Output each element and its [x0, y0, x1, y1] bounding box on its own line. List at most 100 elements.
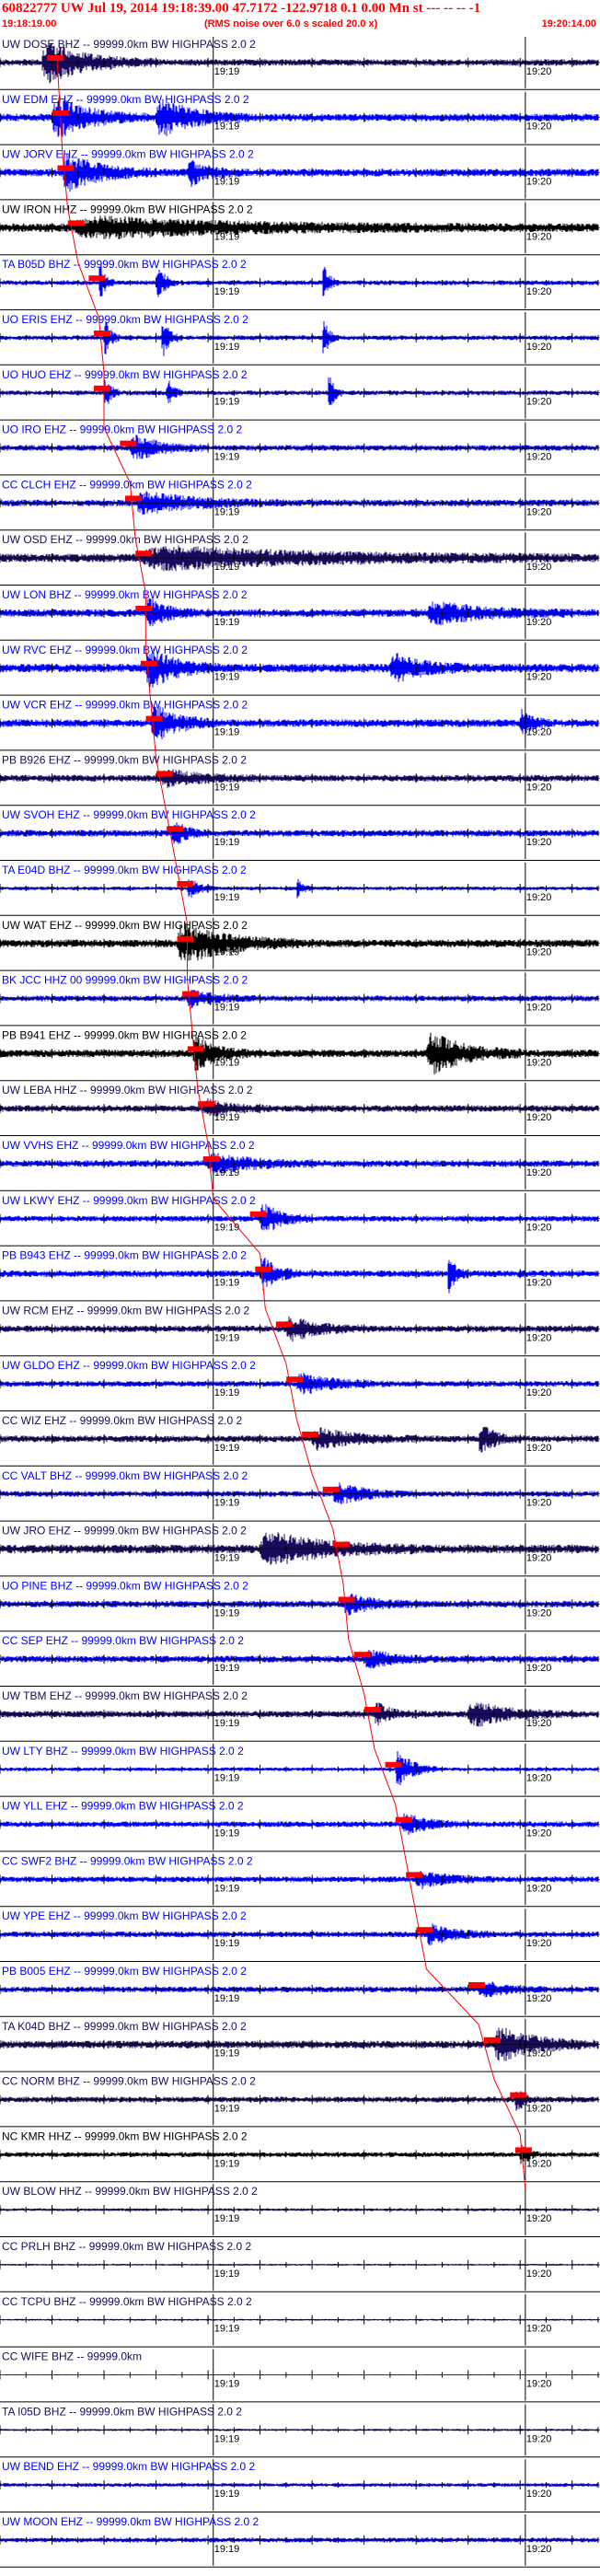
- trace-row: 19:19 19:20 UW YPE EHZ -- 99999.0km BW HIG…: [0, 1909, 600, 1962]
- pick-marker: [187, 1046, 204, 1052]
- tick-label: 19:19: [214, 452, 240, 463]
- trace-row: 19:19 19:20 TA E04D BHZ -- 99999.0km BW HI…: [0, 863, 600, 916]
- trace-row: 19:19 19:20 UW LKWY EHZ -- 99999.0km BW HI…: [0, 1192, 600, 1247]
- tick-label: 19:20: [526, 397, 552, 408]
- pick-marker: [483, 2036, 501, 2043]
- tick-label: 19:19: [214, 2048, 240, 2060]
- trace-row: 19:19 19:20 UO HUO EHZ -- 99999.0km BW HIG…: [0, 366, 600, 421]
- trace-row: 19:19 19:20 CC SWF2 BHZ -- 99999.0km BW HI…: [0, 1853, 600, 1908]
- pick-marker: [302, 1432, 319, 1437]
- station-label: UW TBM EHZ -- 99999.0km BW HIGHPASS 2.0 …: [2, 1689, 248, 1702]
- trace-row: 19:19 19:20 PB B005 EHZ -- 99999.0km BW HI…: [0, 1964, 600, 2017]
- pick-marker: [275, 1321, 293, 1328]
- waveform: [0, 1203, 599, 1231]
- station-label: NC KMR HHZ -- 99999.0km BW HIGHPASS 2.0 …: [2, 2129, 248, 2142]
- waveform: [0, 435, 599, 459]
- tick-label: 19:20: [526, 782, 552, 793]
- waveform: [0, 1258, 599, 1294]
- pick-marker: [57, 165, 75, 171]
- station-label: UO PINE BHZ -- 99999.0km BW HIGHPASS 2.0…: [2, 1579, 248, 1592]
- trace-row: 19:19 19:20 UW WAT EHZ -- 99999.0km BW HIG…: [0, 917, 600, 971]
- tick-label: 19:20: [526, 1993, 552, 2004]
- tick-label: 19:20: [526, 66, 552, 77]
- tick-label: 19:20: [526, 617, 552, 628]
- station-label: UW YLL EHZ -- 99999.0km BW HIGHPASS 2.0 …: [2, 1800, 244, 1813]
- station-label: CC NORM BHZ -- 99999.0km BW HIGHPASS 2.0…: [2, 2075, 256, 2088]
- trace-row: 19:19 19:20 UW RVC EHZ -- 99999.0km BW HIG…: [0, 642, 600, 696]
- tick-label: 19:20: [526, 1663, 552, 1674]
- tick-label: 19:20: [526, 177, 552, 188]
- tick-label: 19:20: [526, 1498, 552, 1509]
- tick-label: 19:19: [214, 1553, 240, 1564]
- waveform: [0, 1593, 599, 1616]
- waveform: [0, 598, 599, 627]
- waveform: [0, 320, 599, 356]
- tick-label: 19:20: [526, 506, 552, 517]
- tick-label: 19:19: [214, 2433, 240, 2444]
- tick-label: 19:20: [526, 1773, 552, 1784]
- trace-row: 19:19 19:20 UW VVHS EHZ -- 99999.0km BW HI…: [0, 1138, 600, 1191]
- station-label: UW JRO EHZ -- 99999.0km BW HIGHPASS 2.0 …: [2, 1525, 247, 1537]
- tick-label: 19:20: [526, 1003, 552, 1014]
- station-label: UW GLDO EHZ -- 99999.0km BW HIGHPASS 2.0…: [2, 1359, 256, 1372]
- trace-row: 19:19 19:20 UW JORV EHZ -- 99999.0km BW HI…: [0, 146, 600, 201]
- tick-label: 19:20: [526, 727, 552, 738]
- waveform: [0, 769, 599, 789]
- tick-label: 19:20: [526, 1112, 552, 1123]
- station-label: UW LTY BHZ -- 99999.0km BW HIGHPASS 2.0 …: [2, 1745, 244, 1758]
- tick-label: 19:20: [526, 2544, 552, 2555]
- pick-marker: [120, 440, 137, 447]
- seismogram-record-section: 19:19 19:20 UW DOSE BHZ -- 99999.0km BW HI…: [0, 37, 600, 2568]
- pick-marker: [353, 1652, 371, 1658]
- trace-row: 19:19 19:20 UW LTY BHZ -- 99999.0km BW HIG…: [0, 1743, 600, 1797]
- pick-marker: [94, 385, 111, 391]
- station-label: PB B943 EHZ -- 99999.0km BW HIGHPASS 2.0…: [2, 1249, 247, 1262]
- tick-label: 19:20: [526, 2379, 552, 2390]
- trace-row: 19:19 19:20 PB B926 EHZ -- 99999.0km BW HI…: [0, 752, 600, 806]
- station-label: UW IRON HHZ -- 99999.0km BW HIGHPASS 2.0…: [2, 203, 253, 215]
- station-label: CC VALT BHZ -- 99999.0km BW HIGHPASS 2.0…: [2, 1469, 248, 1482]
- tick-label: 19:19: [214, 2158, 240, 2169]
- tick-label: 19:20: [526, 1553, 552, 1564]
- tick-label: 19:20: [526, 2489, 552, 2500]
- tick-label: 19:19: [214, 2104, 240, 2115]
- pick-marker: [468, 1982, 485, 1988]
- trace-row: 19:19 19:20 UW YLL EHZ -- 99999.0km BW HIG…: [0, 1798, 600, 1852]
- trace-row: 19:19 19:20 UO IRO EHZ -- 99999.0km BW HIG…: [0, 422, 600, 476]
- trace-row: 19:19 19:20 UW OSD EHZ -- 99999.0km BW HIG…: [0, 532, 600, 586]
- station-label: PB B926 EHZ -- 99999.0km BW HIGHPASS 2.0…: [2, 753, 247, 766]
- station-label: UW JORV EHZ -- 99999.0km BW HIGHPASS 2.0…: [2, 148, 254, 161]
- tick-label: 19:20: [526, 1828, 552, 1839]
- tick-label: 19:19: [214, 837, 240, 848]
- tick-label: 19:20: [526, 2433, 552, 2444]
- tick-label: 19:20: [526, 1883, 552, 1894]
- station-label: UO ERIS EHZ -- 99999.0km BW HIGHPASS 2.0…: [2, 313, 248, 326]
- trace-row: 19:19 19:20 CC WIFE BHZ -- 99999.0km: [0, 2349, 600, 2403]
- trace-row: 19:19 19:20 UW LEBA HHZ -- 99999.0km BW HI…: [0, 1083, 600, 1136]
- tick-label: 19:20: [526, 122, 552, 133]
- tick-label: 19:19: [214, 231, 240, 242]
- waveform: [0, 377, 599, 406]
- station-label: UW WAT EHZ -- 99999.0km BW HIGHPASS 2.0 …: [2, 919, 248, 932]
- trace-row: 19:19 19:20 UW DOSE BHZ -- 99999.0km BW HI…: [0, 37, 600, 90]
- tick-label: 19:20: [526, 1278, 552, 1289]
- trace-row: 19:19 19:20 TA I05D BHZ -- 99999.0km BW HI…: [0, 2404, 600, 2458]
- waveform: [0, 1482, 599, 1505]
- station-label: CC WIFE BHZ -- 99999.0km: [2, 2350, 142, 2363]
- tick-label: 19:19: [214, 1607, 240, 1619]
- station-label: UW DOSE BHZ -- 99999.0km BW HIGHPASS 2.0…: [2, 38, 256, 51]
- tick-label: 19:19: [214, 727, 240, 738]
- pick-marker: [88, 275, 106, 282]
- trace-row: 19:19 19:20 CC TCPU BHZ -- 99999.0km BW HI…: [0, 2293, 600, 2348]
- tick-label: 19:20: [526, 2213, 552, 2224]
- tick-label: 19:19: [214, 177, 240, 188]
- station-label: TA B05D BHZ -- 99999.0km BW HIGHPASS 2.0…: [2, 258, 247, 271]
- trace-row: 19:19 19:20 UW GLDO EHZ -- 99999.0km BW HI…: [0, 1358, 600, 1411]
- trace-row: 19:19 19:20 UW MOON EHZ -- 99999.0km BW HI…: [0, 2514, 600, 2568]
- tick-label: 19:20: [526, 2048, 552, 2060]
- trace-row: 19:19 19:20 PB B943 EHZ -- 99999.0km BW HI…: [0, 1247, 600, 1302]
- station-label: UW OSD EHZ -- 99999.0km BW HIGHPASS 2.0 …: [2, 533, 248, 546]
- tick-label: 19:20: [526, 286, 552, 297]
- trace-row: 19:19 19:20 CC WIZ EHZ -- 99999.0km BW HIG…: [0, 1413, 600, 1467]
- tick-label: 19:19: [214, 1828, 240, 1839]
